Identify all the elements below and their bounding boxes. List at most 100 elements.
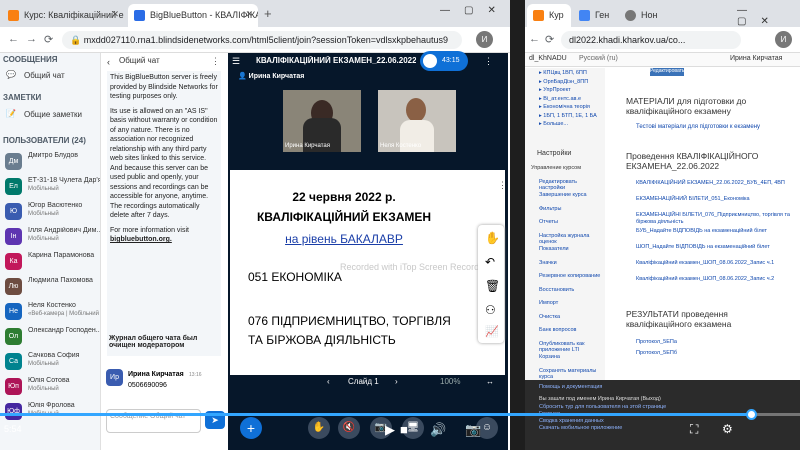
back-icon[interactable]: ← xyxy=(529,33,540,45)
shared-notes-link[interactable]: Общие заметки xyxy=(24,110,82,119)
moodle-favicon-icon xyxy=(8,10,19,21)
bbb-link[interactable]: bigbluebutton.org. xyxy=(110,235,218,245)
settings-link[interactable]: Корзина xyxy=(539,354,603,360)
tab-2[interactable]: Ген xyxy=(573,4,617,27)
user-list-item[interactable]: Са Сачкова София Мобільный xyxy=(3,351,99,373)
window-controls[interactable]: —▢✕ xyxy=(737,5,800,27)
exam-activity-link[interactable]: ЕКЗАМЕНАЦІЙНИЙ БІЛЕТИ_051_Економіка xyxy=(636,196,794,203)
settings-link[interactable]: Импорт xyxy=(539,300,603,306)
course-link[interactable]: ▸ Економічна теорія xyxy=(539,104,590,110)
settings-link[interactable]: Управление курсом xyxy=(531,165,595,171)
user-list-item[interactable]: Ю Югор Васютенко Мобільный xyxy=(3,201,99,223)
tab-3[interactable]: Нон xyxy=(619,4,663,27)
back-icon[interactable]: ← xyxy=(8,33,19,45)
user-list-item[interactable]: Лю Людмила Пахомова xyxy=(3,276,99,298)
exam-activity-link[interactable]: БУБ_Надайте ВІДПОВІДЬ на екзаменаційний … xyxy=(636,228,794,235)
materials-link[interactable]: Тестові матеріали для підготовки к екзам… xyxy=(636,124,796,130)
fullscreen-icon[interactable]: ⛶ xyxy=(690,422,698,437)
settings-link[interactable]: Опубликовать как приложение LTI xyxy=(539,341,603,353)
close-icon[interactable]: ✕ xyxy=(111,9,119,20)
exam-activity-link[interactable]: ШОП_Надайте ВІДПОВІДЬ на екзаменаційний … xyxy=(636,244,794,251)
course-link[interactable]: ▸ ОрпБарДіэн_8ПП xyxy=(539,79,588,85)
exam-activity-link[interactable]: Кваліфікаційний екзамен_ШОП_08.06.2022_З… xyxy=(636,260,794,267)
slide-number-select[interactable]: Слайд 1 xyxy=(348,377,379,386)
webcam-tile-2[interactable]: Неля Костенко xyxy=(378,90,456,152)
course-link[interactable]: ▸ 1БП, 1 БТП, 1Е, 1 БА xyxy=(539,113,597,119)
help-link[interactable]: Помощь и документация xyxy=(539,384,602,390)
welcome-text: This BigBlueButton server is freely prov… xyxy=(110,74,218,100)
settings-link[interactable]: Показатели xyxy=(539,246,603,252)
reset-tour-link[interactable]: Сбросить тур для пользователя на этой ст… xyxy=(539,404,666,410)
settings-link[interactable]: Восстановить xyxy=(539,287,603,293)
user-list-item[interactable]: Ол Олександр Господен... xyxy=(3,326,102,348)
undo-icon[interactable]: ↶ xyxy=(485,255,495,269)
tab-moodle[interactable]: Кур xyxy=(527,4,571,27)
course-link[interactable]: ▸ Больше... xyxy=(539,121,568,127)
tab-moodle-course[interactable]: Курс: Кваліфікаційний екзамен ✕ xyxy=(2,4,124,27)
user-list-item[interactable]: ЮфЮлія ФроловаМобільный xyxy=(3,401,99,423)
profile-avatar[interactable]: И xyxy=(775,31,792,48)
recording-timer[interactable]: 43:15 xyxy=(420,51,468,71)
tab-bigbluebutton[interactable]: BigBlueButton - КВАЛІФІКАЦІЙ ✕ xyxy=(128,4,258,27)
options-icon[interactable]: ⋮ xyxy=(484,56,493,67)
player-progress-track[interactable] xyxy=(0,409,800,420)
user-list-item[interactable]: Юп Юлія Сотова Мобільный xyxy=(3,376,99,398)
user-list-item[interactable]: Ел ЕТ-31-18 Чулета Дар'я Мобільный xyxy=(3,176,102,198)
forward-icon[interactable]: → xyxy=(26,33,37,45)
exam-activity-link[interactable]: КВАЛІФІКАЦІЙНИЙ ЕКЗАМЕН_22.06.2022_БУБ_4… xyxy=(636,180,794,187)
exam-activity-link[interactable]: ЕКЗАМЕНАЦІЙНІ БІЛЕТИ_076_Підприємництво,… xyxy=(636,212,794,225)
new-tab-button[interactable]: + xyxy=(264,6,272,21)
profile-avatar[interactable]: И xyxy=(476,31,493,48)
settings-link[interactable]: Значки xyxy=(539,260,603,266)
close-icon[interactable]: ✕ xyxy=(245,9,253,20)
url-field[interactable]: 🔒 mxdd027110.rna1.blindsidenetworks.com/… xyxy=(62,31,462,49)
chat-back-icon[interactable]: ‹ xyxy=(107,57,110,67)
settings-link[interactable]: Банк вопросов xyxy=(539,327,603,333)
next-slide-icon[interactable]: › xyxy=(395,377,398,386)
chat-options-icon[interactable]: ⋮ xyxy=(211,56,220,67)
player-progress-handle[interactable] xyxy=(746,409,757,420)
settings-link[interactable]: Отчеты xyxy=(539,219,603,225)
settings-link[interactable]: Завершение курса xyxy=(539,192,603,198)
settings-link[interactable]: Сохранять материалы курса xyxy=(539,368,603,380)
settings-link[interactable]: Фильтры xyxy=(539,206,603,212)
stop-icon[interactable]: ■ xyxy=(400,422,408,437)
url-field[interactable]: dl2022.khadi.kharkov.ua/co... xyxy=(561,31,741,49)
prev-slide-icon[interactable]: ‹ xyxy=(327,377,330,386)
settings-link[interactable]: Резервное копирование xyxy=(539,273,603,279)
settings-icon[interactable]: ⚙ xyxy=(722,422,733,436)
trash-icon[interactable]: 🗑 xyxy=(485,279,500,293)
avatar: Ю xyxy=(5,203,22,220)
window-controls[interactable]: —▢✕ xyxy=(440,5,510,16)
course-link[interactable]: ▸ УпрПроект xyxy=(539,87,571,93)
result-link[interactable]: Протокол_5ЕПа xyxy=(636,339,677,345)
settings-link[interactable]: Редактировать настройки xyxy=(539,179,603,191)
language-menu[interactable]: Русский (ru) xyxy=(579,55,618,62)
public-chat-link[interactable]: Общий чат xyxy=(24,71,65,80)
user-list-item[interactable]: Ка Карина Парамонова xyxy=(3,251,99,273)
course-link[interactable]: ▸ Ві_ат.ентс.ав.е xyxy=(539,96,581,102)
webcam-tile-1[interactable]: Ирина Кирчатая xyxy=(283,90,361,152)
camera-icon[interactable]: 📷 xyxy=(465,422,481,438)
reload-icon[interactable]: ⟳ xyxy=(545,33,554,46)
user-list-item[interactable]: Дм Дмитро Блудов xyxy=(3,151,99,173)
volume-icon[interactable]: 🔊 xyxy=(430,422,446,438)
settings-link[interactable]: Очистка xyxy=(539,314,603,320)
exam-activity-link[interactable]: Кваліфікаційний екзамен_ШОП_08.06.2022_З… xyxy=(636,276,794,283)
fit-width-icon[interactable]: ↔ xyxy=(486,377,494,386)
course-link[interactable]: ▸ КПЦвц 1ВП, 6ПП xyxy=(539,70,587,76)
users-toggle-icon[interactable]: ☰ xyxy=(232,56,240,67)
edit-badge[interactable]: Редактировать xyxy=(650,68,685,76)
reload-icon[interactable]: ⟳ xyxy=(44,33,53,46)
play-pause-icon[interactable]: ▶ xyxy=(385,422,395,438)
user-list-item[interactable]: Не Неля Костенко «Веб-камера | Мобільний xyxy=(3,301,99,323)
multi-user-icon[interactable]: ⚇ xyxy=(485,303,496,317)
slide-options-icon[interactable]: ⋮ xyxy=(498,180,507,191)
user-list-item[interactable]: Ін Ілля Андрійович Дим... Мобільный xyxy=(3,226,102,248)
site-name[interactable]: dl_KhNADU xyxy=(529,55,567,62)
chart-icon[interactable]: 📈 xyxy=(485,325,499,338)
hand-tool-icon[interactable]: ✋ xyxy=(485,231,500,245)
user-menu[interactable]: Ирина Кирчатая xyxy=(730,55,782,62)
result-link[interactable]: Протокол_5ЕПб xyxy=(636,350,677,356)
settings-link[interactable]: Настройка журнала оценок xyxy=(539,233,603,245)
